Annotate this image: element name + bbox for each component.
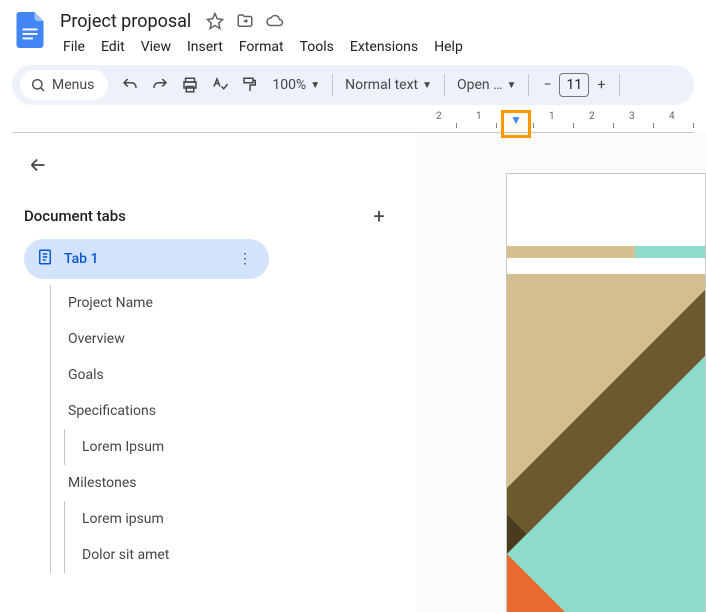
font-value: Open … xyxy=(457,77,503,93)
content-area: Document tabs + Tab 1 ⋮ Project Name Ove… xyxy=(0,133,706,612)
paragraph-style-dropdown[interactable]: Normal text ▼ xyxy=(339,71,438,99)
chevron-down-icon: ▼ xyxy=(310,80,320,91)
print-icon xyxy=(181,76,199,94)
menu-help[interactable]: Help xyxy=(427,35,470,59)
zoom-value: 100% xyxy=(272,77,306,93)
outline-list: Project Name Overview Goals Specificatio… xyxy=(24,285,392,573)
chevron-down-icon: ▼ xyxy=(422,80,432,91)
decorative-art xyxy=(507,274,705,612)
spellcheck-button[interactable] xyxy=(206,71,234,99)
arrow-left-icon xyxy=(27,154,49,176)
separator xyxy=(528,74,529,96)
title-area: Project proposal File Edit View Insert F… xyxy=(56,8,694,59)
add-tab-button[interactable]: + xyxy=(366,203,392,229)
toolbar-container: Menus 100% ▼ Normal text ▼ Open … ▼ − 11… xyxy=(0,59,706,133)
menu-edit[interactable]: Edit xyxy=(94,35,132,59)
tab-more-button[interactable]: ⋮ xyxy=(233,247,257,271)
style-value: Normal text xyxy=(345,77,418,93)
outline-item[interactable]: Milestones xyxy=(24,465,392,501)
first-line-indent-icon[interactable]: ▼ xyxy=(510,113,522,127)
docs-logo-icon[interactable] xyxy=(12,8,48,52)
menu-tools[interactable]: Tools xyxy=(293,35,341,59)
menubar: File Edit View Insert Format Tools Exten… xyxy=(56,35,694,59)
sidebar: Document tabs + Tab 1 ⋮ Project Name Ove… xyxy=(0,133,416,612)
ruler[interactable]: 2 1 1 2 3 4 5 ▼ xyxy=(12,109,694,133)
redo-icon xyxy=(151,76,169,94)
more-vertical-icon: ⋮ xyxy=(238,251,252,267)
menu-extensions[interactable]: Extensions xyxy=(343,35,425,59)
menu-file[interactable]: File xyxy=(56,35,92,59)
star-icon[interactable] xyxy=(205,11,225,31)
chevron-down-icon: ▼ xyxy=(507,80,517,91)
outline-item[interactable]: Specifications xyxy=(24,393,392,429)
tab-item-active[interactable]: Tab 1 ⋮ xyxy=(24,239,269,279)
paint-format-button[interactable] xyxy=(236,71,264,99)
undo-icon xyxy=(121,76,139,94)
separator xyxy=(619,74,620,96)
move-folder-icon[interactable] xyxy=(235,11,255,31)
plus-icon: + xyxy=(373,204,384,228)
decorative-stripe xyxy=(507,246,705,258)
search-icon xyxy=(30,77,46,93)
redo-button[interactable] xyxy=(146,71,174,99)
app-header: Project proposal File Edit View Insert F… xyxy=(0,0,706,59)
menu-insert[interactable]: Insert xyxy=(180,35,230,59)
undo-button[interactable] xyxy=(116,71,144,99)
outline-item[interactable]: Lorem ipsum xyxy=(24,501,392,537)
document-canvas[interactable] xyxy=(416,133,706,612)
font-size-increase-button[interactable]: + xyxy=(589,72,613,98)
menu-view[interactable]: View xyxy=(134,35,178,59)
page[interactable] xyxy=(506,173,706,612)
outline-item[interactable]: Overview xyxy=(24,321,392,357)
document-tab-icon xyxy=(36,248,54,270)
menus-search[interactable]: Menus xyxy=(20,70,108,100)
outline-item[interactable]: Goals xyxy=(24,357,392,393)
menu-format[interactable]: Format xyxy=(232,35,291,59)
outline-item[interactable]: Lorem Ipsum xyxy=(24,429,392,465)
spellcheck-icon xyxy=(211,76,229,94)
separator xyxy=(332,74,333,96)
paint-roller-icon xyxy=(241,76,259,94)
cloud-status-icon[interactable] xyxy=(265,11,285,31)
font-size-group: − 11 + xyxy=(535,72,613,98)
font-size-input[interactable]: 11 xyxy=(559,73,589,97)
toolbar: Menus 100% ▼ Normal text ▼ Open … ▼ − 11… xyxy=(12,65,694,105)
outline-item[interactable]: Dolor sit amet xyxy=(24,537,392,573)
font-dropdown[interactable]: Open … ▼ xyxy=(451,71,522,99)
menus-label: Menus xyxy=(52,77,94,93)
tabs-header: Document tabs + xyxy=(24,203,392,239)
zoom-dropdown[interactable]: 100% ▼ xyxy=(266,71,326,99)
print-button[interactable] xyxy=(176,71,204,99)
font-size-decrease-button[interactable]: − xyxy=(535,72,559,98)
outline-item[interactable]: Project Name xyxy=(24,285,392,321)
tabs-title: Document tabs xyxy=(24,207,126,225)
separator xyxy=(444,74,445,96)
back-button[interactable] xyxy=(24,151,52,179)
tab-label: Tab 1 xyxy=(64,251,223,267)
ruler-track: 2 1 1 2 3 4 5 ▼ xyxy=(428,109,694,132)
document-title[interactable]: Project proposal xyxy=(56,9,195,34)
